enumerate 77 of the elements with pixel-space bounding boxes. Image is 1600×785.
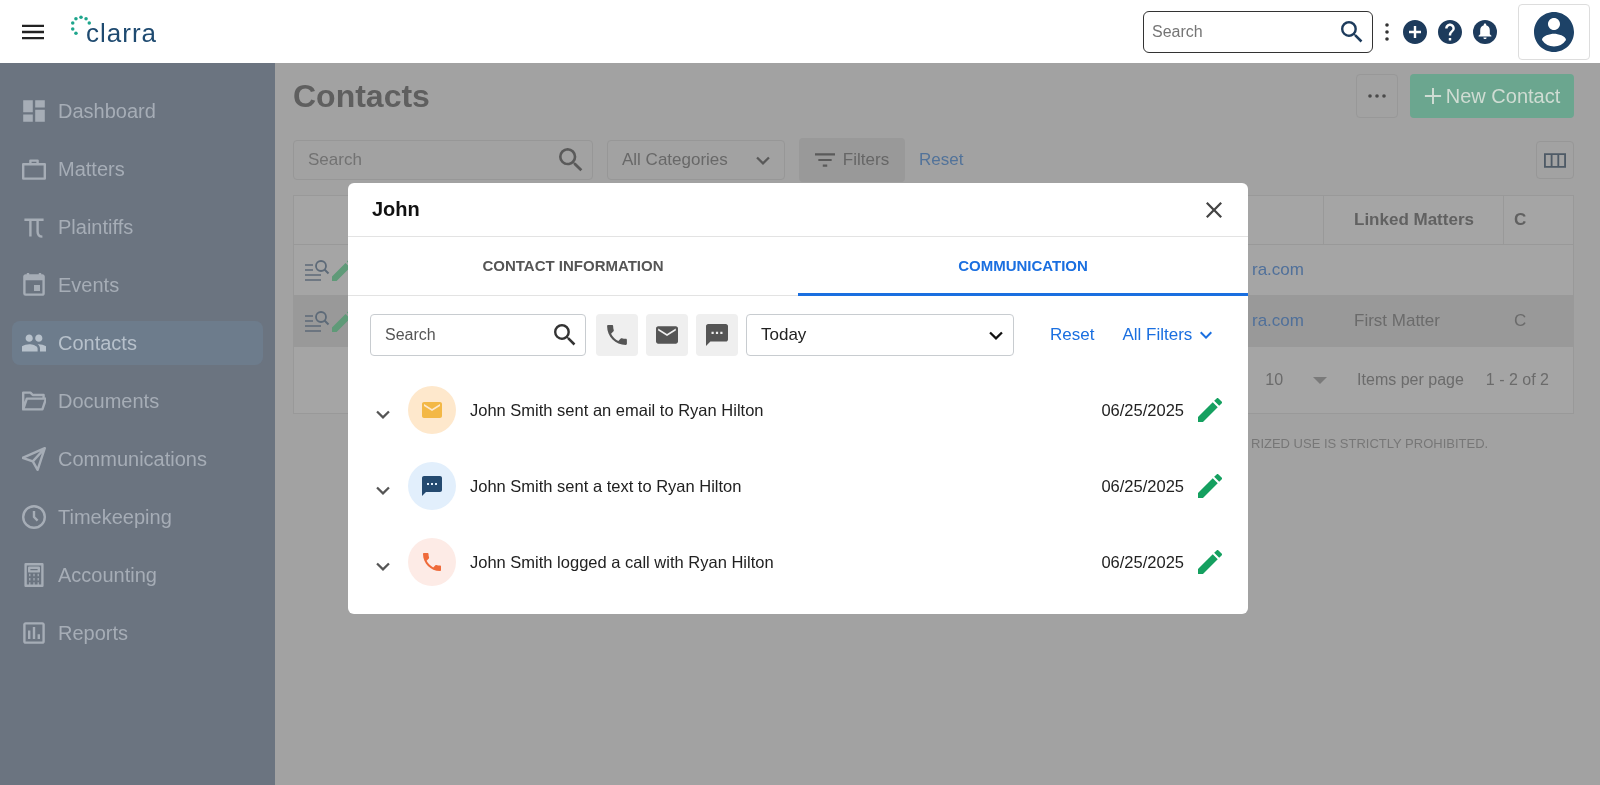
menu-icon[interactable] <box>22 23 44 40</box>
communication-summary: John Smith sent an email to Ryan Hilton <box>470 400 765 420</box>
filter-icon <box>814 153 835 167</box>
chevron-down-icon <box>989 330 1003 340</box>
search-icon <box>559 148 583 172</box>
add-icon[interactable] <box>1403 19 1427 44</box>
chat-bubble-icon <box>706 324 728 346</box>
bell-icon[interactable] <box>1473 19 1497 44</box>
tab[interactable]: COMMUNICATION <box>798 237 1248 296</box>
more-horizontal-icon <box>1368 94 1386 98</box>
communication-date: 06/25/2025 <box>1101 400 1184 420</box>
search-icon <box>1341 20 1363 43</box>
paper-plane-icon <box>22 447 46 471</box>
chat-bubble-icon <box>422 476 442 496</box>
columns-button[interactable] <box>1536 141 1574 179</box>
column-header: Linked Matters <box>1324 196 1504 244</box>
sidebar-item[interactable]: Events <box>12 263 263 307</box>
sidebar-item[interactable]: Communications <box>12 437 263 481</box>
category-dropdown[interactable]: All Categories <box>607 140 785 180</box>
calendar-icon <box>22 273 46 297</box>
calculator-icon <box>22 563 46 587</box>
search-icon <box>554 324 576 346</box>
clock-icon <box>22 505 46 529</box>
avatar-icon <box>1534 11 1574 52</box>
close-icon[interactable] <box>1206 201 1222 218</box>
bar-chart-icon <box>22 621 46 645</box>
columns-icon <box>1544 152 1566 168</box>
communication-summary: John Smith logged a call with Ryan Hilton <box>470 552 775 572</box>
page-range: 1 - 2 of 2 <box>1485 371 1549 389</box>
sidebar-item[interactable]: Matters <box>12 147 263 191</box>
type-filter-button[interactable] <box>696 314 738 356</box>
folder-icon <box>22 389 46 413</box>
sidebar-item[interactable]: Plaintiffs <box>12 205 263 249</box>
page-size-value[interactable]: 10 <box>1265 371 1284 389</box>
type-filter-button[interactable] <box>596 314 638 356</box>
dialog-title: John <box>372 198 420 221</box>
phone-icon <box>606 324 628 346</box>
tab[interactable]: CONTACT INFORMATION <box>348 237 798 296</box>
envelope-icon <box>422 400 442 420</box>
all-filters-link[interactable]: All Filters <box>1122 325 1213 345</box>
sidebar-item[interactable]: Dashboard <box>12 89 263 133</box>
column-header: C <box>1513 209 1528 231</box>
logo-text: clarra <box>86 17 157 49</box>
new-contact-button[interactable]: New Contact <box>1410 74 1574 118</box>
sidebar-item[interactable]: Accounting <box>12 553 263 597</box>
email-link[interactable]: ra.com <box>1252 260 1304 280</box>
reset-link[interactable]: Reset <box>919 150 964 170</box>
more-options-icon[interactable] <box>1385 22 1389 41</box>
period-dropdown[interactable]: Today <box>746 314 1014 356</box>
pencil-icon[interactable] <box>1198 398 1222 422</box>
pencil-icon[interactable] <box>1198 474 1222 498</box>
search-field[interactable]: Search <box>1143 10 1373 53</box>
email-link[interactable]: ra.com <box>1252 311 1304 331</box>
items-per-page-label: Items per page <box>1357 371 1464 389</box>
envelope-icon <box>656 324 678 346</box>
pencil-icon[interactable] <box>1198 550 1222 574</box>
page-title: Contacts <box>293 77 430 115</box>
account-button[interactable] <box>1518 3 1590 60</box>
sidebar-item[interactable]: Reports <box>12 611 263 655</box>
sidebar-item[interactable]: Contacts <box>12 321 263 365</box>
dashboard-icon <box>22 99 46 123</box>
expand-icon[interactable] <box>376 561 390 571</box>
type-filter-button[interactable] <box>646 314 688 356</box>
phone-icon <box>422 552 442 572</box>
briefcase-icon <box>22 157 46 181</box>
sidebar-item[interactable]: Timekeeping <box>12 495 263 539</box>
sidebar-item[interactable]: Documents <box>12 379 263 423</box>
expand-icon[interactable] <box>376 485 390 495</box>
chevron-down-icon <box>1200 331 1213 339</box>
communication-date: 06/25/2025 <box>1101 552 1184 572</box>
chevron-down-icon <box>756 155 770 165</box>
help-icon[interactable] <box>1438 19 1462 44</box>
expand-icon[interactable] <box>376 409 390 419</box>
communication-date: 06/25/2025 <box>1101 476 1184 496</box>
communication-summary: John Smith sent a text to Ryan Hilton <box>470 476 743 496</box>
reset-link[interactable]: Reset <box>1050 325 1095 345</box>
plus-icon <box>1423 87 1442 105</box>
